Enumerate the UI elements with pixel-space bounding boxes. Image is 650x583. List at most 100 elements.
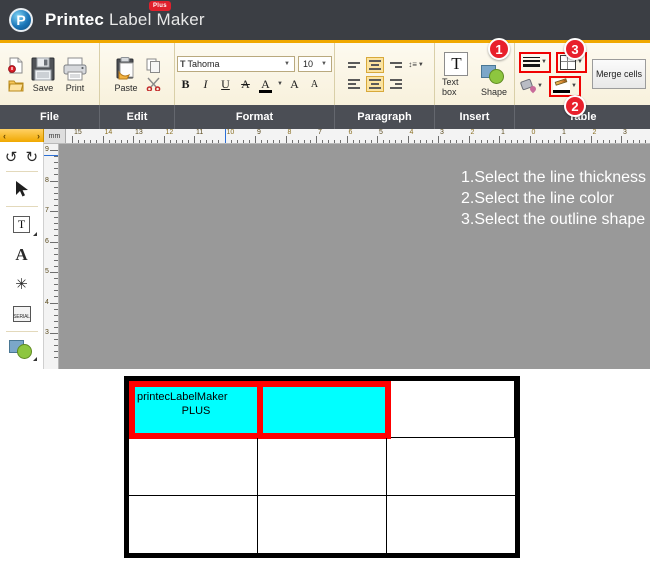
app-title-rest: Label Maker <box>104 10 205 29</box>
serial-number-tool[interactable]: SERIAL <box>0 299 43 329</box>
merge-cells-button[interactable]: Merge cells <box>591 59 646 89</box>
ruler-major-tick <box>50 241 58 243</box>
table-cell-r1c3[interactable] <box>386 381 516 439</box>
label-preview-table[interactable]: printecLabelMaker PLUS <box>124 376 520 558</box>
ruler-major-tick <box>50 211 58 212</box>
ruler-minor-tick <box>54 296 58 298</box>
app-title-brand: Printec <box>45 10 105 29</box>
callout-badge-2: 2 <box>564 95 586 117</box>
palette-prev-button[interactable]: ‹ <box>3 131 6 141</box>
table-cell-r2c2[interactable] <box>258 438 387 496</box>
ruler-major-tick <box>438 136 439 143</box>
ruler-minor-tick <box>54 223 58 225</box>
align-center-button[interactable] <box>366 75 385 92</box>
ruler-label: 9 <box>45 146 49 153</box>
fill-color-button[interactable]: ▼ <box>519 77 544 95</box>
selected-cells-highlight[interactable]: printecLabelMaker PLUS <box>129 381 391 439</box>
scissors-icon[interactable] <box>146 77 161 91</box>
align-bottom-button[interactable] <box>387 57 405 73</box>
line-thickness-button[interactable]: ▼ <box>519 51 551 73</box>
horizontal-ruler[interactable]: mm 15 14 13 12 11 10 9 8 7 6 5 4 3 2 1 0 1 2 3 <box>44 129 650 144</box>
table-cell-r3c1[interactable] <box>129 495 258 553</box>
table-row <box>129 495 515 553</box>
line-color-button[interactable]: ▼ <box>548 75 581 97</box>
text-box-icon: T <box>444 51 469 76</box>
shrink-font-button[interactable]: A <box>306 76 323 93</box>
group-label-paragraph[interactable]: Paragraph <box>335 105 435 129</box>
ribbon-toolbar: Save Print Paste T Tahoma ▼ 10 ▼ B I U A… <box>0 40 650 105</box>
bold-button[interactable]: B <box>177 76 194 93</box>
font-style-row: B I U A A ▼ A A <box>177 76 323 93</box>
unit-label[interactable]: mm <box>44 129 66 143</box>
ruler-minor-tick <box>54 174 58 176</box>
open-folder-icon[interactable] <box>8 78 24 92</box>
chevron-down-icon: ▼ <box>321 60 327 67</box>
table-cell-r3c3[interactable] <box>387 496 515 553</box>
font-color-chevron-down-icon[interactable]: ▼ <box>277 81 283 87</box>
ruler-minor-tick <box>54 204 58 206</box>
select-arrow-tool[interactable] <box>0 174 43 204</box>
font-size-select[interactable]: 10 ▼ <box>298 55 332 72</box>
ruler-minor-tick <box>54 278 58 280</box>
ruler-minor-tick <box>54 259 58 261</box>
table-cell-r2c1[interactable] <box>129 438 258 496</box>
table-cell-r3c2[interactable] <box>258 495 387 553</box>
align-middle-button[interactable] <box>366 56 385 73</box>
text-box-tool[interactable]: T <box>0 209 43 239</box>
ruler-label: 2 <box>592 129 597 136</box>
group-label-edit[interactable]: Edit <box>100 105 175 129</box>
group-label-file[interactable]: File <box>0 105 100 129</box>
ruler-minor-tick <box>54 235 58 237</box>
palette-nav-bar: ‹ › <box>0 129 44 142</box>
align-left-button[interactable] <box>345 76 363 92</box>
ruler-major-tick <box>72 136 73 143</box>
font-family-select[interactable]: T Tahoma ▼ <box>177 55 295 72</box>
ruler-minor-tick <box>54 314 58 316</box>
ribbon-group-edit: Paste <box>100 43 175 105</box>
ruler-label: 10 <box>226 129 235 136</box>
print-button[interactable]: Print <box>59 55 91 94</box>
symbol-tool[interactable]: ✳ <box>0 269 43 299</box>
table-cell-r2c3[interactable] <box>387 438 515 496</box>
label-canvas[interactable]: 1.Select the line thickness 2.Select the… <box>59 144 650 369</box>
align-top-button[interactable] <box>345 57 363 73</box>
redo-icon[interactable]: ↻ <box>26 150 39 165</box>
ruler-major-tick <box>621 136 622 143</box>
ruler-minor-tick <box>54 162 58 164</box>
ruler-minor-tick <box>54 168 58 170</box>
new-document-icon[interactable] <box>8 57 24 74</box>
paste-button[interactable]: Paste <box>110 55 142 94</box>
table-row-bottom: ▼ ▼ <box>519 75 587 97</box>
group-label-insert[interactable]: Insert <box>435 105 515 129</box>
selected-cell-1[interactable]: printecLabelMaker PLUS <box>135 387 263 433</box>
palette-next-button[interactable]: › <box>37 131 40 141</box>
selected-cell-2[interactable] <box>263 387 385 433</box>
chevron-down-icon: ▼ <box>541 59 547 65</box>
ruler-label: 13 <box>135 129 143 136</box>
insert-shape-button[interactable]: Shape <box>478 61 510 98</box>
insert-text-box-button[interactable]: T Text box <box>439 51 474 98</box>
italic-button[interactable]: I <box>197 76 214 93</box>
group-label-format[interactable]: Format <box>175 105 335 129</box>
undo-icon[interactable]: ↺ <box>5 150 18 165</box>
ribbon-group-labels: File Edit Format Paragraph Insert Table <box>0 105 650 129</box>
title-bar: P Printec Label Maker Plus <box>0 0 650 40</box>
paragraph-row-top: ↕≡ ▼ <box>345 56 424 73</box>
align-right-button[interactable] <box>387 76 405 92</box>
word-art-tool[interactable]: A <box>0 239 43 269</box>
font-color-button[interactable]: A <box>257 76 274 93</box>
underline-button[interactable]: U <box>217 76 234 93</box>
shape-tool[interactable] <box>0 334 43 364</box>
undo-redo-row: ↺ ↻ <box>0 145 43 169</box>
ruler-label: 3 <box>440 129 444 136</box>
strikethrough-button[interactable]: A <box>237 76 254 93</box>
ruler-major-tick <box>50 272 58 273</box>
ruler-major-tick <box>102 136 104 143</box>
grow-font-button[interactable]: A <box>286 76 303 93</box>
copy-icon[interactable] <box>146 58 161 73</box>
line-spacing-button[interactable]: ↕≡ ▼ <box>408 60 424 69</box>
ruler-major-tick <box>50 302 58 304</box>
save-button[interactable]: Save <box>27 55 59 94</box>
vertical-ruler[interactable]: 9 8 7 6 5 4 3 <box>44 144 59 369</box>
ruler-major-tick <box>163 136 165 143</box>
